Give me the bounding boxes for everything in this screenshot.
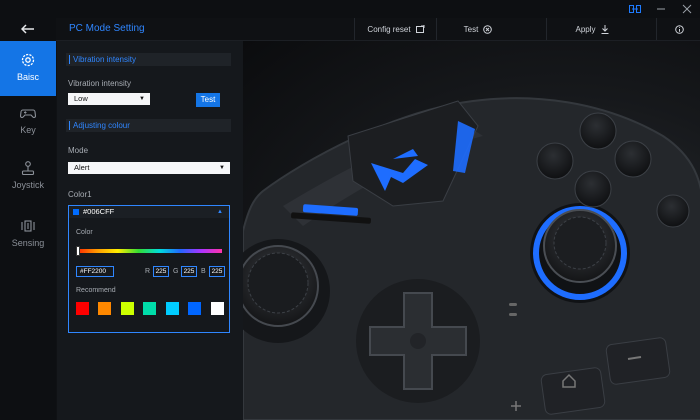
recommend-swatch-cyan[interactable] [166,302,179,315]
info-button[interactable] [656,18,700,40]
mode-label: Mode [68,146,89,155]
section-vibration: Vibration intensity [66,53,231,66]
joystick-icon [21,161,35,176]
gear-icon [21,53,35,67]
r-label: R [145,268,151,275]
mode-select[interactable]: Alert ▼ [68,162,230,174]
sidebar-item-sensing[interactable]: Sensing [0,218,56,258]
test-icon [483,24,493,34]
apply-label: Apply [575,24,596,34]
sidebar-item-key[interactable]: Key [0,105,56,145]
recommend-swatch-white[interactable] [211,302,224,315]
mode-value: Alert [74,163,90,172]
recommend-label: Recommend [76,287,116,294]
sidebar-item-basic[interactable]: Baisc [0,41,56,96]
info-icon [674,24,684,34]
hue-slider-handle[interactable] [76,246,80,256]
section-colour: Adjusting colour [66,119,231,132]
vibration-value: Low [74,94,88,103]
chevron-up-icon: ▲ [217,209,223,215]
sidebar-item-label: Joystick [11,180,44,190]
chevron-down-icon: ▼ [139,96,145,102]
config-reset-button[interactable]: Config reset [354,18,437,40]
back-button[interactable] [0,18,56,40]
hue-slider[interactable] [76,249,222,253]
recommend-swatch-lime[interactable] [121,302,134,315]
color1-select[interactable]: #006CFF ▲ [69,206,229,218]
window-controls [628,2,694,16]
picker-color-label: Color [76,229,93,236]
recommend-swatch-orange[interactable] [98,302,111,315]
vibration-label: Vibration intensity [68,79,131,88]
b-label: B [201,268,206,275]
color1-label: Color1 [68,190,92,199]
color1-value: #006CFF [83,207,115,216]
reset-icon [415,25,425,33]
sidebar-item-joystick[interactable]: Joystick [0,160,56,200]
controller-preview [243,41,700,420]
connection-icon[interactable] [628,2,642,16]
color1-swatch [73,209,79,215]
sidebar-item-label: Sensing [11,238,45,248]
hex-input[interactable]: #FF2200 [76,266,114,277]
apply-button[interactable]: Apply [546,18,637,40]
recommend-swatch-red[interactable] [76,302,89,315]
gamepad-image [243,97,700,420]
minimize-icon[interactable] [654,2,668,16]
gamepad-icon [20,109,36,118]
chevron-down-icon: ▼ [219,165,225,171]
r-input[interactable]: 225 [153,266,169,277]
close-icon[interactable] [680,2,694,16]
sidebar-item-label: Baisc [16,72,39,82]
g-label: G [173,268,179,275]
window-titlebar [0,0,700,18]
vibration-select[interactable]: Low ▼ [68,93,150,105]
color-picker: #006CFF ▲ Color #FF2200 R 225 G 225 B 22… [68,205,230,333]
download-icon [601,24,608,34]
page-header: PC Mode Setting Config reset Test Apply [56,18,700,41]
arrow-left-icon [21,24,34,34]
test-label: Test [463,24,479,34]
recommend-swatch-teal[interactable] [143,302,156,315]
g-input[interactable]: 225 [181,266,197,277]
config-reset-label: Config reset [367,24,411,34]
settings-panel: Vibration intensity Vibration intensity … [57,41,243,420]
recommend-swatch-blue[interactable] [188,302,201,315]
sidebar-item-label: Key [20,125,36,135]
sensing-icon [21,220,35,232]
vibration-test-button[interactable]: Test [196,93,220,107]
page-title: PC Mode Setting [69,23,145,34]
b-input[interactable]: 225 [209,266,225,277]
test-header-button[interactable]: Test [436,18,519,40]
